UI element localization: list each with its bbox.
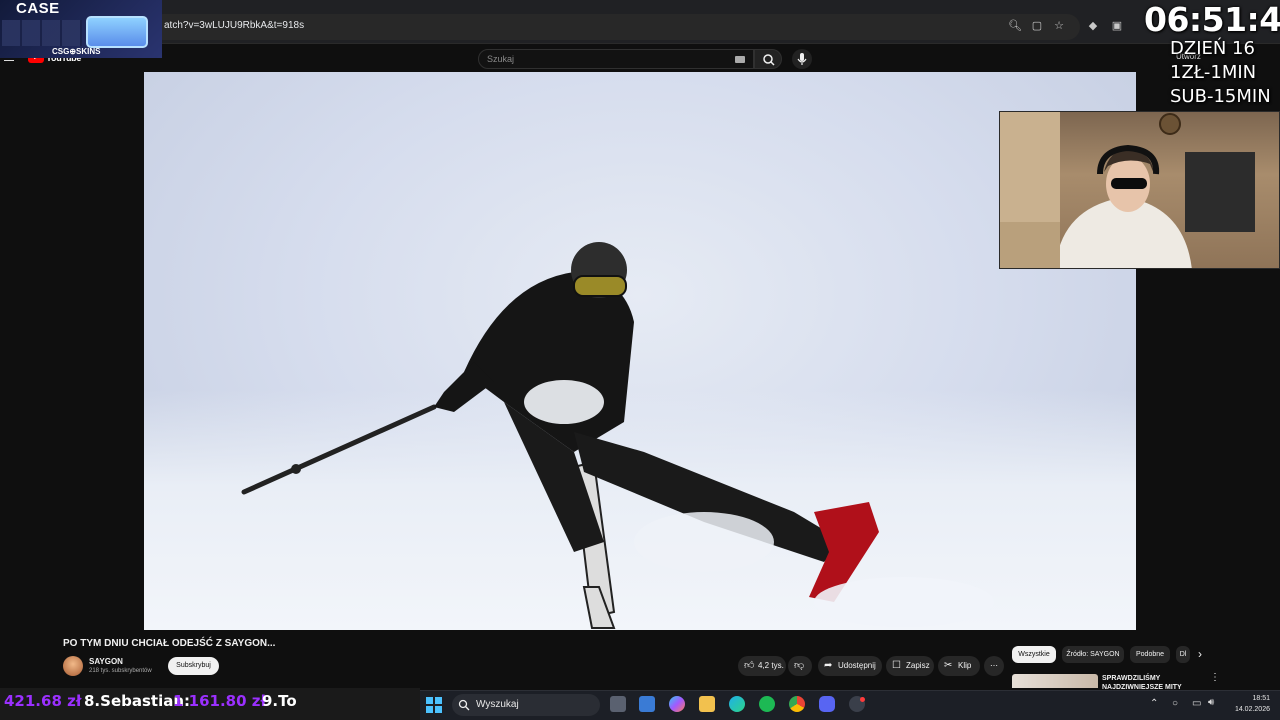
address-bar[interactable]: atch?v=3wLUJU9RbkA&t=918s [150,14,1080,40]
search-icon [763,54,775,66]
shield-icon[interactable]: ◆ [1086,19,1100,33]
copilot-icon[interactable] [669,696,685,712]
taskbar-search[interactable] [452,694,600,716]
voice-search-button[interactable] [792,49,812,69]
case-overlay: CASE CSG⊕SKINS [0,0,162,58]
notification-badge [860,697,865,702]
case-label: CASE [16,0,60,17]
spotify-icon[interactable] [759,696,775,712]
share-label: Udostępnij [838,661,876,670]
chip-related[interactable]: Podobne [1130,646,1170,663]
taskbar-search-icon [458,699,470,711]
chip-more[interactable]: Dl [1176,646,1190,663]
save-label: Zapisz [906,661,930,670]
streamer-webcam [999,111,1280,269]
case-chest-icon [86,16,148,48]
chrome-icon[interactable] [789,696,805,712]
stream-rate-money: 1ZŁ-1MIN [1170,62,1257,83]
dislike-button[interactable]: 👎︎ [788,656,812,676]
keyboard-icon[interactable] [735,56,745,63]
skier-illustration [241,242,994,629]
file-explorer-icon[interactable] [699,696,715,712]
network-icon[interactable]: ▭ [1192,698,1201,709]
bookmark-icon: ☐ [892,660,901,671]
task-view-icon[interactable] [610,696,626,712]
webcam-scene [1000,112,1255,268]
discord-icon[interactable] [819,696,835,712]
url-text: atch?v=3wLUJU9RbkA&t=918s [164,20,305,31]
youtube-header: YouTube Szukaj Utwórz [0,44,1280,72]
thumbs-down-icon: 👎︎ [794,660,805,671]
stream-day: DZIEŃ 16 [1170,38,1255,59]
video-player[interactable] [144,72,1136,630]
extensions-icon[interactable]: ▣ [1110,19,1124,33]
clip-button[interactable]: ✂ Klip [938,656,980,676]
chips-next-icon[interactable]: › [1198,647,1202,661]
screen: atch?v=3wLUJU9RbkA&t=918s 🔍︎ ▢ ☆ ◆ ▣ You… [0,0,1280,720]
leaderboard-amount-1: 421.68 zł [4,692,82,710]
more-icon: ⋯ [990,661,998,670]
chip-source[interactable]: Źródło: SAYGON [1062,646,1124,663]
channel-avatar[interactable] [63,656,83,676]
windows-start-icon[interactable] [426,697,442,713]
video-title: PO TYM DNIU CHCIAŁ ODEJŚĆ Z SAYGON... [63,638,276,649]
leaderboard-entry-8-amount: 1 161.80 zł [173,692,267,710]
recommendation-thumbnail[interactable] [1012,674,1098,688]
edge-icon[interactable] [729,696,745,712]
more-actions-button[interactable]: ⋯ [984,656,1004,676]
case-item-tiles [2,20,82,46]
search-button[interactable] [754,49,782,69]
zoom-icon[interactable]: 🔍︎ [1008,19,1022,33]
subscriber-count: 218 tys. subskrybentów [89,668,152,674]
browser-toolbar: atch?v=3wLUJU9RbkA&t=918s 🔍︎ ▢ ☆ ◆ ▣ [0,0,1280,44]
like-count: 4,2 tys. [758,661,784,670]
volume-icon[interactable]: 🔊︎ [1208,697,1214,708]
tray-chevron-icon[interactable]: ⌃ [1150,698,1158,709]
taskbar-time[interactable]: 18:51 [1230,695,1270,702]
store-icon[interactable] [639,696,655,712]
chip-all[interactable]: Wszystkie [1012,646,1056,663]
share-icon: ➦ [824,660,833,671]
clip-label: Klip [958,661,972,670]
search-input[interactable]: Szukaj [478,49,754,69]
microphone-icon [797,53,807,65]
taskbar-date[interactable]: 14.02.2026 [1222,706,1270,713]
leaderboard-entry-9-name: 9.To [262,692,297,710]
like-button[interactable]: 👍︎ 4,2 tys. [738,656,786,676]
thumbs-up-icon: 👍︎ [744,660,755,671]
subscribe-button[interactable]: Subskrybuj [168,657,219,675]
scissors-icon: ✂ [944,660,953,671]
stream-timer: 06:51:40 [1144,0,1280,39]
taskbar-search-label: Wyszukaj [476,699,519,710]
cast-icon[interactable]: ▢ [1030,19,1044,33]
share-button[interactable]: ➦ Udostępnij [818,656,882,676]
stream-rate-sub: SUB-15MIN [1170,86,1271,107]
save-button[interactable]: ☐ Zapisz [886,656,934,676]
tray-mic-icon[interactable]: ○ [1172,698,1178,709]
recommendation-menu-icon[interactable]: ⋮ [1210,672,1220,683]
case-brand-label: CSG⊕SKINS [52,47,101,56]
bookmark-star-icon[interactable]: ☆ [1052,19,1066,33]
channel-name[interactable]: SAYGON [89,657,123,666]
search-placeholder: Szukaj [487,54,515,64]
